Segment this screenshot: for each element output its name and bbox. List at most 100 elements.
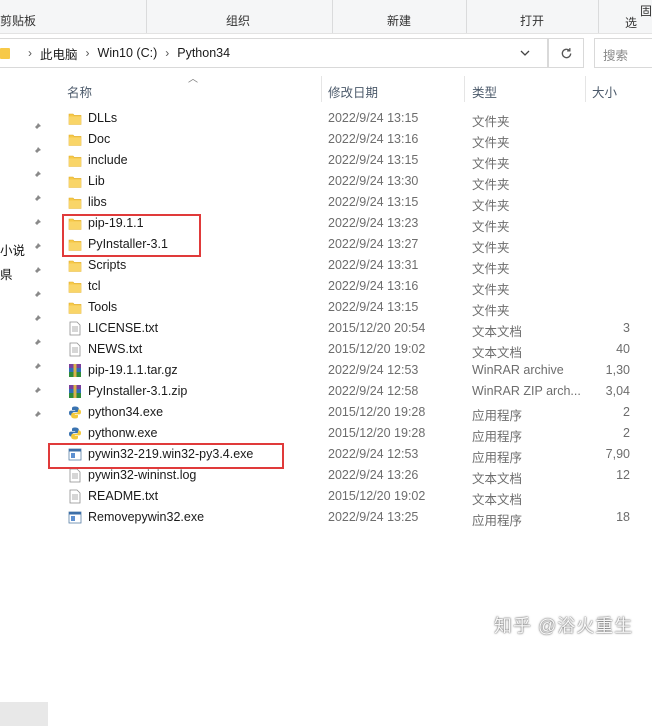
file-type: 文本文档 bbox=[472, 493, 523, 507]
list-item[interactable]: PyInstaller-3.1.zip 2022/9/24 12:58 WinRAR… bbox=[0, 381, 652, 402]
file-name: libs bbox=[88, 195, 107, 209]
winrar-archive-icon bbox=[68, 363, 82, 378]
file-modified-date: 2015/12/20 19:02 bbox=[328, 489, 426, 503]
ribbon-new-label: 新建 bbox=[387, 14, 412, 28]
list-item[interactable]: DLLs 2022/9/24 13:15 文件夹 bbox=[0, 108, 652, 129]
column-divider[interactable] bbox=[321, 76, 322, 102]
file-type: 应用程序 bbox=[472, 514, 523, 528]
list-item[interactable]: libs 2022/9/24 13:15 文件夹 bbox=[0, 192, 652, 213]
breadcrumb-this-pc[interactable]: 此电脑 bbox=[40, 44, 78, 63]
list-item[interactable]: Lib 2022/9/24 13:30 文件夹 bbox=[0, 171, 652, 192]
file-name: README.txt bbox=[88, 489, 159, 503]
file-size: 2 bbox=[623, 426, 630, 440]
file-modified-date: 2015/12/20 19:02 bbox=[328, 342, 426, 356]
text-file-icon bbox=[68, 468, 82, 483]
list-item[interactable]: pythonw.exe 2015/12/20 19:28 应用程序 2 bbox=[0, 423, 652, 444]
ribbon: 剪贴板 组织 新建 打开 选 固 bbox=[0, 0, 652, 34]
file-type: WinRAR ZIP arch... bbox=[472, 384, 581, 398]
file-type: 文件夹 bbox=[472, 220, 510, 234]
file-type: 应用程序 bbox=[472, 430, 523, 444]
file-modified-date: 2022/9/24 13:16 bbox=[328, 279, 419, 293]
file-type: 文件夹 bbox=[472, 178, 510, 192]
search-placeholder: 搜索 bbox=[603, 49, 629, 63]
file-type: 文本文档 bbox=[472, 472, 523, 486]
installer-exe-icon bbox=[68, 510, 82, 525]
file-modified-date: 2022/9/24 13:30 bbox=[328, 174, 419, 188]
column-divider[interactable] bbox=[464, 76, 465, 102]
list-item[interactable]: include 2022/9/24 13:15 文件夹 bbox=[0, 150, 652, 171]
folder-icon bbox=[68, 195, 82, 210]
folder-icon bbox=[68, 300, 82, 315]
file-size: 18 bbox=[616, 510, 630, 524]
chevron-right-icon: › bbox=[165, 46, 170, 60]
file-modified-date: 2022/9/24 13:15 bbox=[328, 153, 419, 167]
breadcrumb: › 此电脑 › Win10 (C:) › Python34 bbox=[0, 39, 230, 67]
file-size: 3 bbox=[623, 321, 630, 335]
list-item[interactable]: tcl 2022/9/24 13:16 文件夹 bbox=[0, 276, 652, 297]
file-type: 文件夹 bbox=[472, 115, 510, 129]
search-input[interactable]: 搜索 bbox=[594, 38, 652, 68]
file-type: 应用程序 bbox=[472, 451, 523, 465]
address-bar[interactable]: › 此电脑 › Win10 (C:) › Python34 bbox=[0, 38, 548, 68]
text-file-icon bbox=[68, 342, 82, 357]
ribbon-clipboard-label: 剪贴板 bbox=[0, 14, 37, 28]
file-modified-date: 2022/9/24 12:58 bbox=[328, 384, 419, 398]
file-type: 文本文档 bbox=[472, 346, 523, 360]
column-divider[interactable] bbox=[585, 76, 586, 102]
list-item[interactable]: NEWS.txt 2015/12/20 19:02 文本文档 40 bbox=[0, 339, 652, 360]
file-modified-date: 2015/12/20 19:28 bbox=[328, 426, 426, 440]
file-modified-date: 2022/9/24 13:15 bbox=[328, 111, 419, 125]
folder-icon bbox=[68, 174, 82, 189]
file-type: 文件夹 bbox=[472, 157, 510, 171]
folder-icon bbox=[0, 47, 10, 59]
file-name: Doc bbox=[88, 132, 111, 146]
folder-icon bbox=[68, 132, 82, 147]
list-item[interactable]: pip-19.1.1.tar.gz 2022/9/24 12:53 WinRAR a… bbox=[0, 360, 652, 381]
highlight-box-folders bbox=[62, 214, 201, 257]
file-type: 文件夹 bbox=[472, 283, 510, 297]
sort-ascending-icon: ︿ bbox=[188, 74, 198, 85]
file-name: include bbox=[88, 153, 128, 167]
file-size: 40 bbox=[616, 342, 630, 356]
chevron-down-icon[interactable] bbox=[519, 47, 531, 59]
file-size: 2 bbox=[623, 405, 630, 419]
ribbon-group-select: 选 固 bbox=[598, 0, 652, 33]
breadcrumb-drive[interactable]: Win10 (C:) bbox=[98, 46, 158, 60]
text-file-icon bbox=[68, 321, 82, 336]
folder-icon bbox=[68, 111, 82, 126]
list-item[interactable]: Scripts 2022/9/24 13:31 文件夹 bbox=[0, 255, 652, 276]
refresh-button[interactable] bbox=[548, 38, 584, 68]
folder-icon bbox=[68, 153, 82, 168]
list-item[interactable]: Doc 2022/9/24 13:16 文件夹 bbox=[0, 129, 652, 150]
ribbon-organize-label: 组织 bbox=[226, 14, 251, 28]
file-name: NEWS.txt bbox=[88, 342, 143, 356]
list-item[interactable]: Removepywin32.exe 2022/9/24 13:25 应用程序 18 bbox=[0, 507, 652, 528]
file-name: PyInstaller-3.1.zip bbox=[88, 384, 188, 398]
list-item[interactable]: python34.exe 2015/12/20 19:28 应用程序 2 bbox=[0, 402, 652, 423]
file-type: 文本文档 bbox=[472, 325, 523, 339]
list-item[interactable]: LICENSE.txt 2015/12/20 20:54 文本文档 3 bbox=[0, 318, 652, 339]
ribbon-open-label: 打开 bbox=[520, 14, 545, 28]
folder-icon bbox=[68, 258, 82, 273]
list-item[interactable]: Tools 2022/9/24 13:15 文件夹 bbox=[0, 297, 652, 318]
file-modified-date: 2022/9/24 13:31 bbox=[328, 258, 419, 272]
file-modified-date: 2015/12/20 19:28 bbox=[328, 405, 426, 419]
file-type: 应用程序 bbox=[472, 409, 523, 423]
address-row: › 此电脑 › Win10 (C:) › Python34 搜索 bbox=[0, 36, 652, 70]
file-size: 3,04 bbox=[605, 384, 630, 398]
file-modified-date: 2022/9/24 13:25 bbox=[328, 510, 419, 524]
winrar-archive-icon bbox=[68, 384, 82, 399]
file-type: 文件夹 bbox=[472, 199, 510, 213]
file-name: pythonw.exe bbox=[88, 426, 158, 440]
ribbon-group-open: 打开 bbox=[466, 0, 599, 33]
file-name: pywin32-wininst.log bbox=[88, 468, 197, 482]
refresh-icon bbox=[561, 47, 571, 58]
breadcrumb-python34[interactable]: Python34 bbox=[177, 46, 230, 60]
file-modified-date: 2022/9/24 13:15 bbox=[328, 300, 419, 314]
file-modified-date: 2022/9/24 13:26 bbox=[328, 468, 419, 482]
file-modified-date: 2022/9/24 13:27 bbox=[328, 237, 419, 251]
file-modified-date: 2022/9/24 12:53 bbox=[328, 363, 419, 377]
watermark: 知乎 @浴火重生 bbox=[494, 616, 634, 636]
file-type: 文件夹 bbox=[472, 262, 510, 276]
list-item[interactable]: README.txt 2015/12/20 19:02 文本文档 bbox=[0, 486, 652, 507]
